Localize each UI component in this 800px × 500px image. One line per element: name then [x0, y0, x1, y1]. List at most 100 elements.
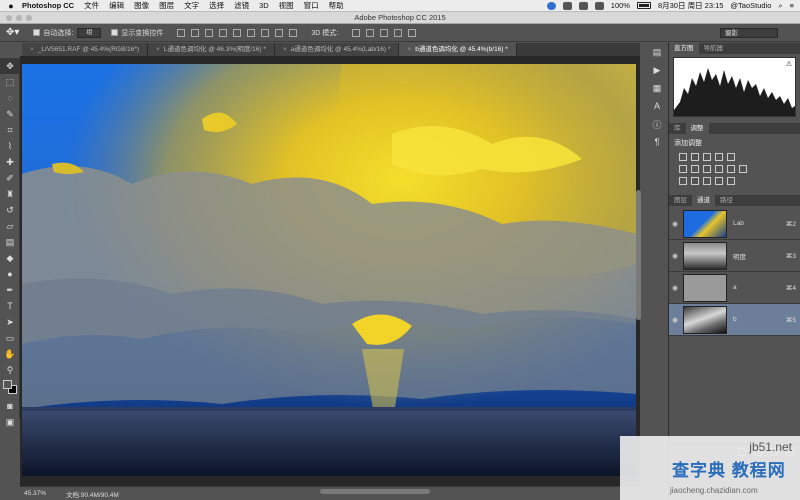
tab-adjustments[interactable]: 调整: [685, 123, 709, 134]
user-name[interactable]: @TaoStudio: [730, 1, 771, 10]
visibility-eye-icon[interactable]: ◉: [669, 316, 681, 324]
lasso-tool-icon[interactable]: ◌: [0, 90, 20, 106]
distribute-top-icon[interactable]: [261, 28, 270, 37]
visibility-eye-icon[interactable]: ◉: [669, 252, 681, 260]
zoom-level[interactable]: 45.37%: [24, 490, 46, 497]
menu-image[interactable]: 图像: [134, 0, 149, 11]
hand-tool-icon[interactable]: ✋: [0, 346, 20, 362]
black-white-icon[interactable]: [703, 165, 711, 173]
zoom-window-button[interactable]: [26, 15, 32, 21]
menu-type[interactable]: 文字: [184, 0, 199, 11]
close-window-button[interactable]: [6, 15, 12, 21]
tab-layers[interactable]: 图层: [669, 195, 692, 206]
tab-channels[interactable]: 通道: [692, 195, 715, 206]
invert-icon[interactable]: [679, 177, 687, 185]
3d-scale-icon[interactable]: [408, 28, 417, 37]
exposure-icon[interactable]: [715, 153, 723, 161]
align-left-icon[interactable]: [219, 28, 228, 37]
close-tab-icon[interactable]: ×: [407, 46, 411, 53]
menu-file[interactable]: 文件: [84, 0, 99, 11]
menu-3d[interactable]: 3D: [259, 1, 269, 10]
volume-icon[interactable]: [594, 1, 604, 10]
curves-icon[interactable]: [703, 153, 711, 161]
tab-libraries[interactable]: 库: [669, 123, 686, 134]
vibrance-icon[interactable]: [727, 153, 735, 161]
document-image[interactable]: [22, 64, 636, 476]
move-tool-icon[interactable]: ✥: [0, 58, 20, 74]
selective-color-icon[interactable]: [727, 177, 735, 185]
hue-saturation-icon[interactable]: [679, 165, 687, 173]
marquee-tool-icon[interactable]: ⬚: [0, 74, 20, 90]
distribute-middle-icon[interactable]: [275, 28, 284, 37]
menu-help[interactable]: 帮助: [329, 0, 344, 11]
vertical-scrollbar[interactable]: [636, 190, 641, 320]
list-icon[interactable]: ≡: [790, 1, 794, 10]
align-center-icon[interactable]: [233, 28, 242, 37]
workspace-switcher[interactable]: 摄影: [720, 28, 778, 38]
history-icon[interactable]: ▤: [648, 43, 666, 61]
document-tab[interactable]: × L通道色调均化 @ 46.3%(明度/16) *: [148, 43, 275, 56]
quick-mask-icon[interactable]: ◙: [0, 398, 20, 414]
levels-icon[interactable]: [691, 153, 699, 161]
align-bottom-icon[interactable]: [205, 28, 214, 37]
search-icon[interactable]: ⌕: [778, 1, 782, 11]
dodge-tool-icon[interactable]: ●: [0, 266, 20, 282]
document-tab[interactable]: × _LIV5651.RAF @ 45.4%(RGB/16*): [22, 43, 149, 56]
menu-layer[interactable]: 图层: [159, 0, 174, 11]
3d-pan-icon[interactable]: [380, 28, 389, 37]
channel-mixer-icon[interactable]: [727, 165, 735, 173]
info-panel-icon[interactable]: ⓘ: [648, 115, 666, 133]
blur-tool-icon[interactable]: ◆: [0, 250, 20, 266]
color-balance-icon[interactable]: [691, 165, 699, 173]
battery-icon[interactable]: [636, 2, 651, 9]
visibility-eye-icon[interactable]: ◉: [669, 220, 681, 228]
screen-mode-icon[interactable]: ▣: [0, 414, 20, 430]
clock[interactable]: 8月30日 周日 23:15: [658, 0, 723, 11]
align-middle-icon[interactable]: [191, 28, 200, 37]
app-name[interactable]: Photoshop CC: [22, 1, 74, 10]
channel-row-lightness[interactable]: ◉ 明度 ⌘3: [669, 240, 800, 272]
zoom-tool-icon[interactable]: ⚲: [0, 362, 20, 378]
document-tab[interactable]: × a通道色调均化 @ 45.4%(Lab/16) *: [274, 43, 400, 56]
apple-icon[interactable]: ●: [0, 1, 22, 11]
auto-select-checkbox[interactable]: [33, 29, 41, 36]
align-top-icon[interactable]: [177, 28, 186, 37]
canvas-area[interactable]: [20, 56, 640, 486]
move-tool-preset-icon[interactable]: ✥▾: [6, 27, 19, 38]
channel-row-a[interactable]: ◉ a ⌘4: [669, 272, 800, 304]
gradient-map-icon[interactable]: [715, 177, 723, 185]
eraser-tool-icon[interactable]: ▱: [0, 218, 20, 234]
crop-tool-icon[interactable]: ⌗: [0, 122, 20, 138]
history-brush-tool-icon[interactable]: ↺: [0, 202, 20, 218]
rectangle-tool-icon[interactable]: ▭: [0, 330, 20, 346]
paragraph-icon[interactable]: ¶: [648, 133, 666, 151]
eyedropper-tool-icon[interactable]: ⌇: [0, 138, 20, 154]
align-right-icon[interactable]: [247, 28, 256, 37]
properties-icon[interactable]: ▦: [648, 79, 666, 97]
auto-select-dropdown[interactable]: 组: [77, 27, 102, 38]
pen-tool-icon[interactable]: ✒: [0, 282, 20, 298]
distribute-bottom-icon[interactable]: [289, 28, 298, 37]
3d-rotate-icon[interactable]: [352, 28, 361, 37]
menu-window[interactable]: 窗口: [304, 0, 319, 11]
menu-select[interactable]: 选择: [209, 0, 224, 11]
minimize-window-button[interactable]: [16, 15, 22, 21]
type-tool-icon[interactable]: T: [0, 298, 20, 314]
show-transform-checkbox[interactable]: [111, 29, 119, 36]
healing-brush-tool-icon[interactable]: ✚: [0, 154, 20, 170]
close-tab-icon[interactable]: ×: [156, 46, 160, 53]
dropbox-icon[interactable]: [562, 1, 572, 10]
close-tab-icon[interactable]: ×: [283, 46, 287, 53]
tab-histogram[interactable]: 直方图: [669, 43, 699, 54]
brightness-contrast-icon[interactable]: [679, 153, 687, 161]
photo-filter-icon[interactable]: [715, 165, 723, 173]
info-icon[interactable]: [546, 1, 556, 10]
menu-filter[interactable]: 滤镜: [234, 0, 249, 11]
visibility-eye-icon[interactable]: ◉: [669, 284, 681, 292]
color-lookup-icon[interactable]: [739, 165, 747, 173]
warning-icon[interactable]: ⚠: [786, 60, 792, 68]
posterize-icon[interactable]: [691, 177, 699, 185]
clone-stamp-tool-icon[interactable]: ♜: [0, 186, 20, 202]
3d-roll-icon[interactable]: [366, 28, 375, 37]
close-tab-icon[interactable]: ×: [30, 46, 34, 53]
